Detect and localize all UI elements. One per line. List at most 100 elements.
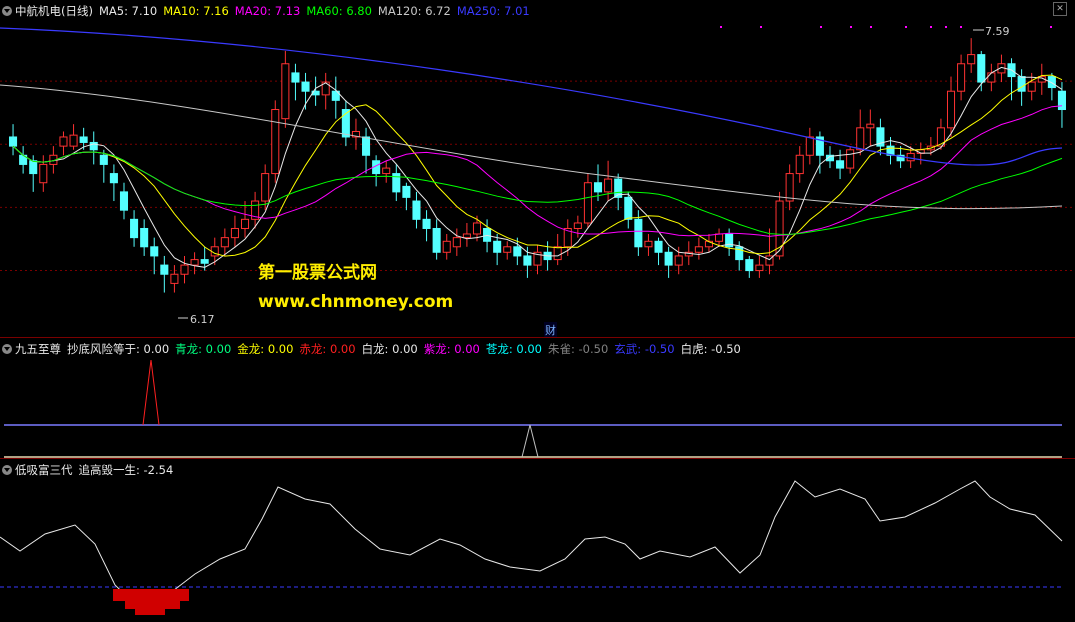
signal-marker: [870, 26, 872, 28]
buy-zone-bar: [125, 601, 180, 609]
candle-body: [119, 191, 129, 211]
candle-body: [472, 222, 482, 235]
finance-marker[interactable]: 财: [544, 322, 557, 338]
legend-label: MA60:: [306, 4, 347, 18]
legend-label: MA5:: [98, 4, 132, 18]
candle-body: [442, 240, 451, 253]
legend-value: 0.00: [143, 342, 170, 356]
candle-body: [109, 173, 118, 184]
indicator-panel-jiuwu: 九五至尊 抄底风险等于: 0.00 青龙: 0.00 金龙: 0.00 赤龙: 0.0…: [0, 337, 1075, 459]
legend-item: MA10: 7.16: [163, 4, 229, 18]
legend-value: 7.10: [131, 4, 158, 18]
legend-item: MA5: 7.10: [99, 4, 157, 18]
ma10-line: [12, 74, 1063, 257]
legend-item: MA250: 7.01: [457, 4, 530, 18]
legend-label: 朱雀:: [547, 342, 579, 356]
candle-body: [583, 182, 592, 224]
candle-body: [1057, 90, 1066, 111]
candle-body: [301, 81, 310, 92]
candle-body: [59, 136, 68, 147]
watermark-cn: 第一股票公式网: [258, 263, 377, 283]
signal-marker: [945, 26, 947, 28]
signal-marker: [1050, 26, 1052, 28]
ma120-line: [0, 84, 1063, 210]
signal-marker: [960, 26, 962, 28]
legend-item: 金龙: 0.00: [237, 342, 293, 356]
watermark-url: www.chnmoney.com: [258, 292, 454, 312]
candle-body: [503, 246, 512, 253]
candle-body: [130, 218, 139, 239]
signal-marker: [905, 26, 907, 28]
legend-item: 抄底风险等于: 0.00: [67, 342, 169, 356]
candle-body: [513, 246, 522, 257]
candle-body: [715, 233, 724, 242]
legend-item: 苍龙: 0.00: [486, 342, 542, 356]
candle-body: [230, 227, 239, 239]
signal-marker: [720, 26, 722, 28]
legend-value: -0.50: [644, 342, 675, 356]
legend-item: 紫龙: 0.00: [424, 342, 480, 356]
price-panel-header: 中航机电(日线) MA5: 7.10 MA10: 7.16 MA20: 7.13 MA…: [2, 3, 536, 19]
low-price-label: 6.17: [190, 313, 215, 326]
legend-value: 0.00: [267, 342, 294, 356]
candle-body: [987, 72, 996, 83]
candle-body: [604, 178, 613, 193]
candle-body: [291, 72, 300, 83]
legend-value: -2.54: [143, 463, 174, 477]
candle-body: [694, 246, 703, 253]
indicator-name[interactable]: 低吸富三代: [15, 462, 73, 478]
stock-name[interactable]: 中航机电(日线): [15, 3, 93, 19]
dixi-header: 低吸富三代 追高毁一生: -2.54: [2, 462, 179, 478]
legend-item: 玄武: -0.50: [614, 342, 674, 356]
candle-body: [79, 136, 88, 143]
legend-item: MA20: 7.13: [235, 4, 301, 18]
indicator-panel-dixi: 低吸富三代 追高毁一生: -2.54: [0, 458, 1075, 622]
dropdown-icon[interactable]: [2, 465, 12, 475]
candle-body: [674, 255, 683, 266]
legend-item: 朱雀: -0.50: [548, 342, 608, 356]
candle-body: [866, 123, 875, 129]
legend-item: 追高毁一生: -2.54: [79, 463, 174, 477]
legend-label: 白龙:: [361, 342, 393, 356]
candle-body: [432, 227, 441, 253]
candle-body: [957, 63, 966, 92]
signal-marker: [930, 26, 932, 28]
legend-value: 0.00: [516, 342, 542, 356]
ma20-line: [12, 105, 1063, 237]
price-panel: 中航机电(日线) MA5: 7.10 MA10: 7.16 MA20: 7.13 MA…: [0, 0, 1075, 338]
legend-label: 追高毁一生:: [78, 463, 144, 477]
legend-item: 青龙: 0.00: [175, 342, 231, 356]
signal-marker: [820, 26, 822, 28]
legend-value: 0.00: [329, 342, 356, 356]
candle-body: [240, 218, 250, 229]
dropdown-icon[interactable]: [2, 6, 12, 16]
close-icon[interactable]: ✕: [1053, 2, 1067, 16]
legend-value: 7.16: [203, 4, 229, 18]
candle-body: [664, 251, 673, 266]
legend-value: 0.00: [454, 342, 480, 356]
candle-body: [846, 149, 855, 169]
candle-body: [493, 240, 502, 253]
buy-zone-bar: [135, 609, 165, 615]
candle-body: [462, 233, 471, 239]
dixi-legend: 追高毁一生: -2.54: [79, 462, 180, 478]
legend-value: 7.13: [274, 4, 301, 18]
high-price-label: 7.59: [985, 25, 1010, 38]
candle-body: [745, 259, 754, 272]
candle-body: [946, 90, 956, 129]
candle-body: [805, 136, 814, 156]
candle-body: [190, 259, 199, 266]
legend-label: MA250:: [456, 4, 505, 18]
candlestick-chart: [0, 26, 1075, 319]
candle-body: [1017, 76, 1026, 92]
candle-body: [402, 185, 411, 198]
legend-item: 白龙: 0.00: [362, 342, 418, 356]
candle-body: [220, 237, 229, 248]
dropdown-icon[interactable]: [2, 344, 12, 354]
legend-value: 7.01: [504, 4, 530, 18]
indicator-name[interactable]: 九五至尊: [15, 341, 61, 357]
red-spike: [142, 359, 160, 426]
legend-label: 赤龙:: [299, 342, 330, 356]
legend-item: 白虎: -0.50: [681, 342, 741, 356]
candle-body: [160, 264, 169, 275]
